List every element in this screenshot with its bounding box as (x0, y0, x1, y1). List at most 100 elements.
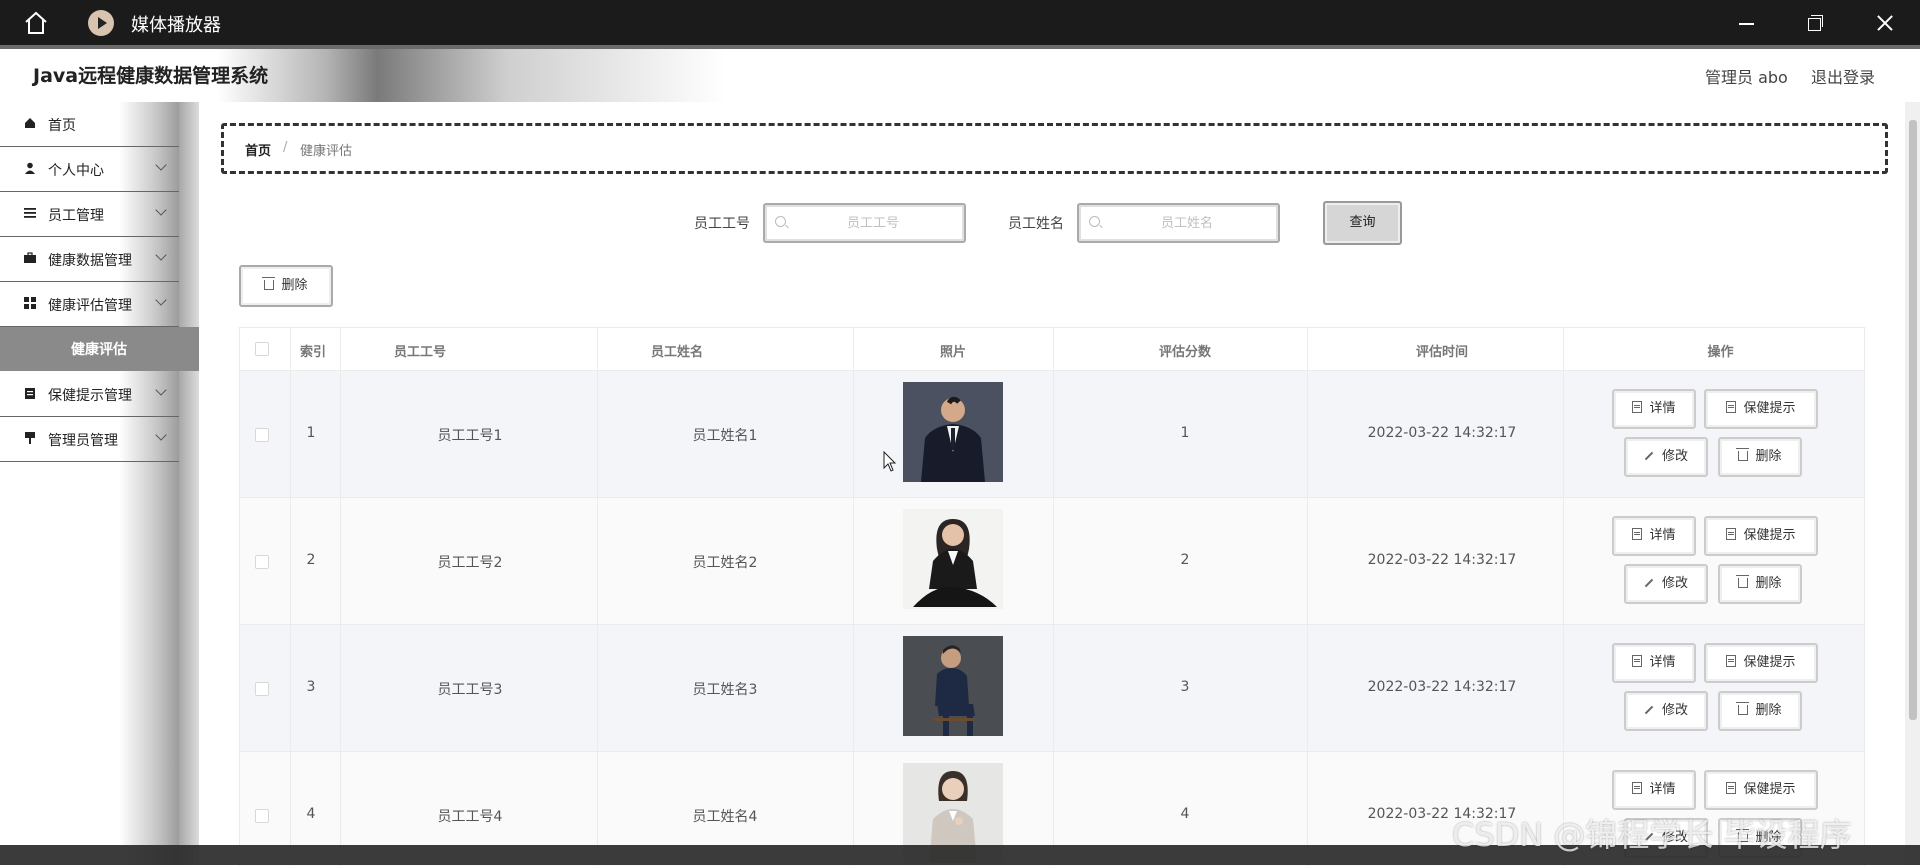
employee-photo[interactable] (903, 382, 1003, 482)
chevron-down-icon (155, 384, 167, 396)
column-header-employee-name: 员工姓名 (650, 345, 703, 360)
delete-button[interactable]: 删除 (1718, 437, 1802, 477)
column-divider (340, 328, 341, 866)
breadcrumb: 首页 / 健康评估 (221, 123, 1888, 174)
vertical-scrollbar[interactable] (1905, 102, 1920, 865)
close-button[interactable] (1872, 10, 1898, 36)
edit-button[interactable]: 修改 (1624, 564, 1708, 604)
document-icon (1632, 655, 1643, 667)
employee-name-input[interactable] (1105, 211, 1269, 235)
search-icon (775, 216, 786, 227)
table-row: 3 员工工号3 员工姓名3 3 2022-03-22 14:32:17 详情 保… (240, 625, 1864, 752)
column-divider (1563, 328, 1564, 866)
cell-score: 3 (1180, 679, 1190, 695)
cell-time: 2022-03-22 14:32:17 (1367, 425, 1517, 441)
detail-button[interactable]: 详情 (1612, 770, 1696, 810)
row-checkbox[interactable] (255, 809, 269, 823)
breadcrumb-home[interactable]: 首页 (245, 140, 271, 159)
flag-icon (25, 432, 35, 444)
pencil-icon (1644, 451, 1654, 461)
sidebar-edge (179, 102, 199, 865)
sidebar-item-health-assessment-management[interactable]: 健康评估管理 (0, 282, 179, 327)
trash-icon (1736, 575, 1750, 588)
sidebar-item-personal-center[interactable]: 个人中心 (0, 147, 179, 192)
employee-photo[interactable] (903, 636, 1003, 736)
document-icon (1726, 528, 1737, 540)
delete-label: 删除 (1755, 703, 1782, 718)
search-icon (1089, 216, 1100, 227)
cell-index: 1 (306, 425, 316, 441)
detail-button[interactable]: 详情 (1612, 643, 1696, 683)
detail-button[interactable]: 详情 (1612, 389, 1696, 429)
cell-employee-id: 员工工号1 (437, 428, 503, 444)
employee-photo[interactable] (903, 509, 1003, 609)
table-header: 索引 员工工号 员工姓名 照片 评估分数 评估时间 操作 (240, 328, 1864, 371)
app-header: Java远程健康数据管理系统 管理员 abo 退出登录 (0, 49, 1920, 103)
home-icon[interactable] (22, 9, 50, 37)
document-icon (1632, 782, 1643, 794)
cell-employee-name: 员工姓名4 (692, 809, 758, 825)
sidebar-item-employee-management[interactable]: 员工管理 (0, 192, 179, 237)
health-tip-button[interactable]: 保健提示 (1704, 389, 1818, 429)
sidebar-item-label: 首页 (48, 118, 76, 134)
list-icon (24, 208, 36, 218)
breadcrumb-separator: / (283, 140, 288, 155)
sidebar-item-home[interactable]: 首页 (0, 102, 179, 147)
health-tip-button[interactable]: 保健提示 (1704, 516, 1818, 556)
sidebar-item-admin-management[interactable]: 管理员管理 (0, 417, 179, 462)
delete-button[interactable]: 删除 (1718, 691, 1802, 731)
sidebar-item-label: 健康评估管理 (48, 298, 132, 314)
health-tip-label: 保健提示 (1743, 401, 1796, 416)
employee-id-label: 员工工号 (694, 216, 750, 232)
batch-delete-button[interactable]: 删除 (239, 265, 333, 307)
detail-label: 详情 (1649, 782, 1676, 797)
trash-icon (1736, 448, 1750, 461)
cell-employee-id: 员工工号4 (437, 809, 503, 825)
user-icon (25, 162, 35, 174)
detail-button[interactable]: 详情 (1612, 516, 1696, 556)
employee-id-input[interactable] (791, 211, 955, 235)
query-button[interactable]: 查询 (1323, 201, 1402, 245)
cell-employee-name: 员工姓名3 (692, 682, 758, 698)
row-checkbox[interactable] (255, 555, 269, 569)
media-player-logo-icon (88, 10, 114, 36)
chevron-down-icon (155, 204, 167, 216)
health-tip-label: 保健提示 (1743, 528, 1796, 543)
column-header-actions: 操作 (1707, 345, 1734, 360)
cell-time: 2022-03-22 14:32:17 (1367, 679, 1517, 695)
sidebar-item-label: 个人中心 (48, 163, 104, 179)
minimize-button[interactable] (1734, 10, 1760, 36)
row-checkbox[interactable] (255, 428, 269, 442)
cell-score: 2 (1180, 552, 1190, 568)
column-divider (597, 328, 598, 866)
document-icon (1632, 401, 1643, 413)
clipboard-icon (25, 388, 35, 399)
pencil-icon (1644, 705, 1654, 715)
column-header-time: 评估时间 (1415, 345, 1468, 360)
cell-score: 4 (1180, 806, 1190, 822)
briefcase-icon (24, 252, 36, 263)
health-tip-button[interactable]: 保健提示 (1704, 770, 1818, 810)
trash-icon (1736, 702, 1750, 715)
logout-link[interactable]: 退出登录 (1811, 64, 1875, 88)
sidebar-item-label: 健康数据管理 (48, 253, 132, 269)
select-all-checkbox[interactable] (255, 342, 269, 356)
cell-employee-name: 员工姓名2 (692, 555, 758, 571)
employee-id-search-box[interactable] (763, 203, 966, 243)
employee-name-search-box[interactable] (1077, 203, 1280, 243)
sidebar-item-health-data-management[interactable]: 健康数据管理 (0, 237, 179, 282)
health-tip-button[interactable]: 保健提示 (1704, 643, 1818, 683)
restore-button[interactable] (1802, 10, 1828, 36)
row-checkbox[interactable] (255, 682, 269, 696)
sidebar-subitem-health-assessment[interactable]: 健康评估 (0, 327, 199, 371)
sidebar-item-health-tips-management[interactable]: 保健提示管理 (0, 372, 179, 417)
cell-time: 2022-03-22 14:32:17 (1367, 552, 1517, 568)
delete-label: 删除 (1755, 449, 1782, 464)
cell-employee-id: 员工工号3 (437, 682, 503, 698)
delete-button[interactable]: 删除 (1718, 564, 1802, 604)
cell-employee-id: 员工工号2 (437, 555, 503, 571)
edit-button[interactable]: 修改 (1624, 691, 1708, 731)
edit-button[interactable]: 修改 (1624, 437, 1708, 477)
employee-name-label: 员工姓名 (1008, 216, 1064, 232)
scrollbar-thumb[interactable] (1909, 120, 1917, 720)
